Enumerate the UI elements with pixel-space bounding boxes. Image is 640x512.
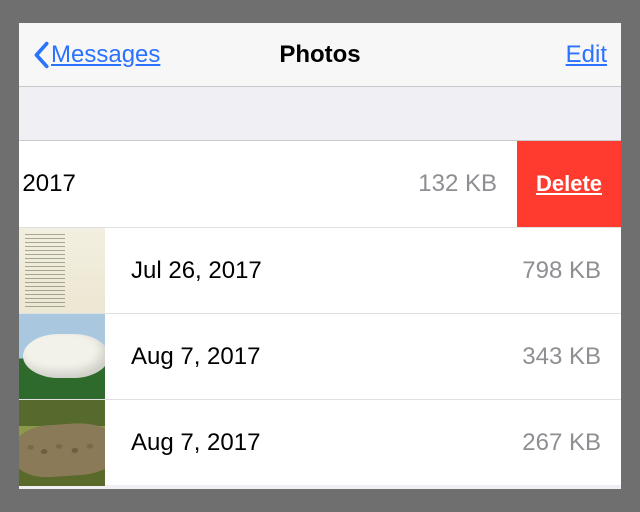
row-size: 343 KB [522, 343, 601, 371]
photo-thumbnail[interactable] [19, 314, 105, 400]
row-text: Aug 7, 2017 343 KB [105, 314, 621, 399]
row-content: Aug 7, 2017 267 KB [19, 400, 621, 485]
row-content: Aug 25, 2017 132 KB [19, 141, 517, 227]
row-date: Aug 7, 2017 [131, 343, 260, 371]
row-content: Aug 7, 2017 343 KB [19, 314, 621, 399]
row-text: Jul 26, 2017 798 KB [105, 228, 621, 313]
row-date: Aug 25, 2017 [19, 170, 76, 198]
list-item[interactable]: Aug 7, 2017 343 KB [19, 313, 621, 399]
row-text: Aug 7, 2017 267 KB [105, 400, 621, 485]
photo-thumbnail[interactable] [19, 228, 105, 314]
row-text: Aug 25, 2017 132 KB [19, 141, 517, 227]
screen: Messages Photos Edit Aug 25, 2017 132 KB D… [19, 23, 621, 489]
back-label: Messages [51, 41, 160, 69]
delete-button[interactable]: Delete [517, 141, 621, 227]
row-size: 798 KB [522, 257, 601, 285]
edit-button[interactable]: Edit [566, 41, 607, 69]
row-content: Jul 26, 2017 798 KB [19, 228, 621, 313]
row-size: 132 KB [418, 170, 497, 198]
chevron-left-icon [33, 41, 49, 69]
navbar: Messages Photos Edit [19, 23, 621, 87]
photo-list[interactable]: Aug 25, 2017 132 KB Delete Jul 26, 2017 798 … [19, 141, 621, 485]
row-date: Jul 26, 2017 [131, 257, 262, 285]
list-item[interactable]: Jul 26, 2017 798 KB [19, 227, 621, 313]
photo-thumbnail[interactable] [19, 400, 105, 486]
row-date: Aug 7, 2017 [131, 429, 260, 457]
section-spacer [19, 87, 621, 141]
back-button[interactable]: Messages [33, 41, 160, 69]
row-size: 267 KB [522, 429, 601, 457]
list-item[interactable]: Aug 7, 2017 267 KB [19, 399, 621, 485]
list-item[interactable]: Aug 25, 2017 132 KB Delete [19, 141, 621, 227]
